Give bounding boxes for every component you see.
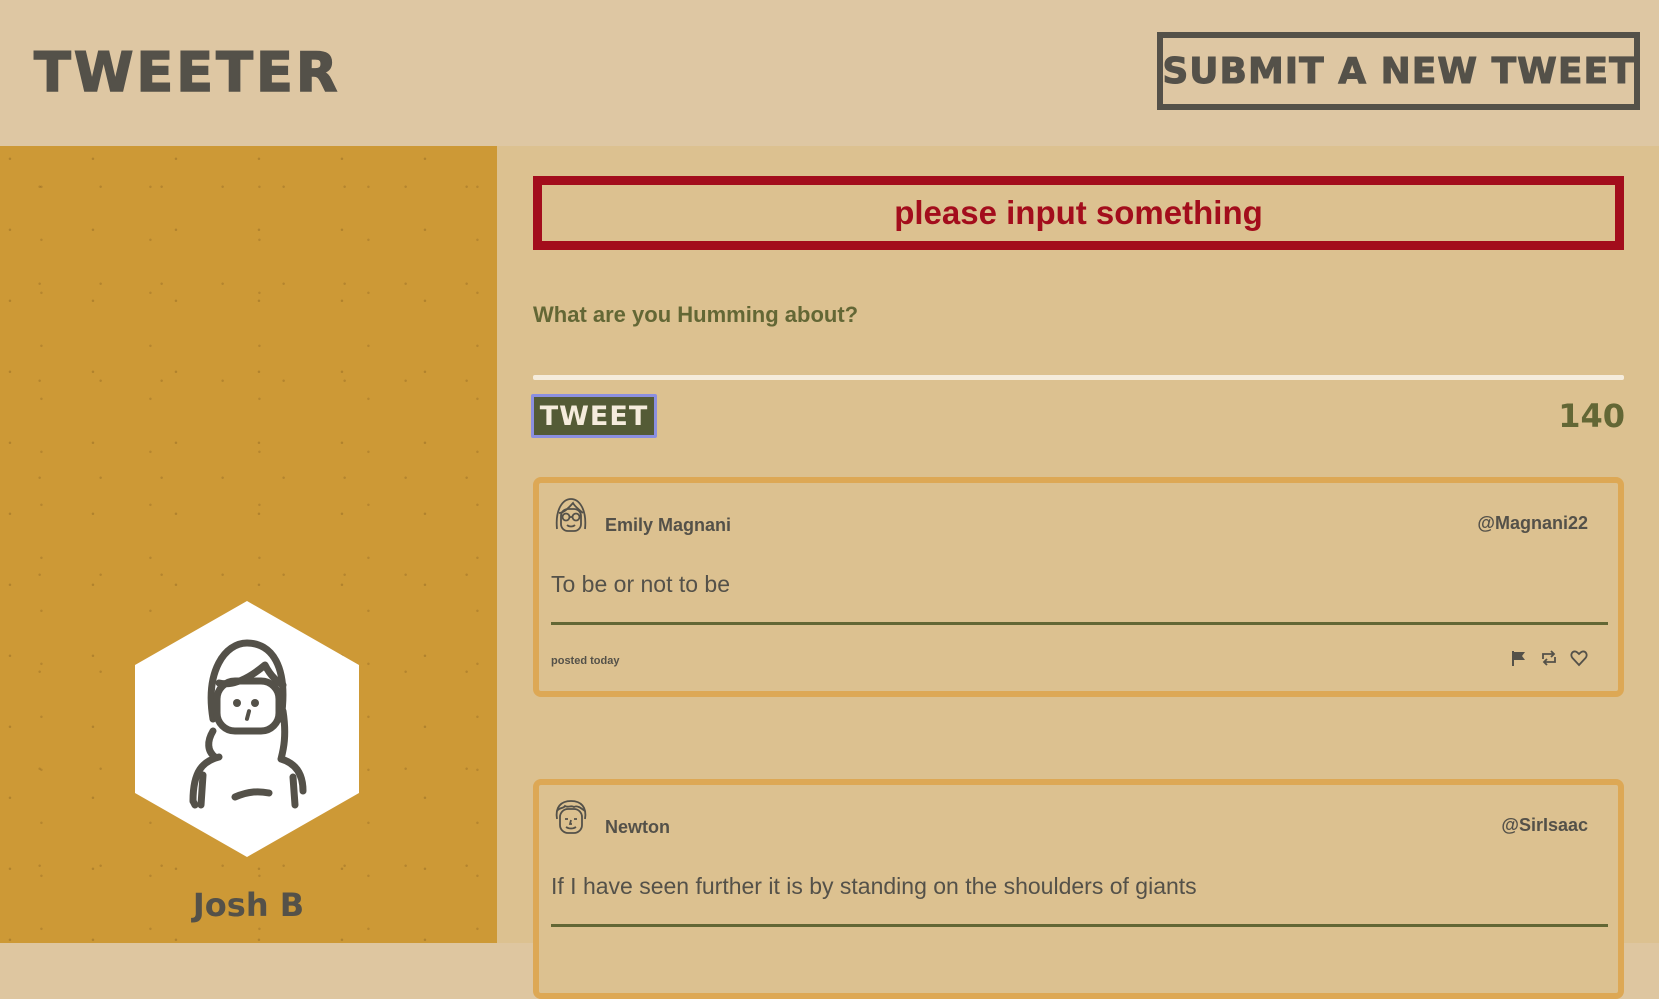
glasses-woman-avatar-icon — [555, 498, 587, 532]
profile-sidebar: Josh B — [0, 146, 497, 943]
retweet-icon[interactable] — [1540, 649, 1558, 667]
tweet-card: Emily Magnani @Magnani22 To be or not to… — [533, 477, 1624, 697]
heart-icon[interactable] — [1570, 649, 1588, 667]
tweet-button[interactable]: TWEET — [531, 394, 657, 438]
tweet-input-field[interactable] — [533, 375, 1624, 380]
top-nav: TWEETER SUBMIT A NEW TWEET — [0, 0, 1659, 146]
tweet-divider — [551, 622, 1608, 625]
tweet-body: If I have seen further it is by standing… — [551, 873, 1197, 899]
tweet-author-name: Emily Magnani — [605, 515, 732, 535]
tweet-prompt-label: What are you Humming about? — [533, 302, 859, 327]
newton-avatar-icon — [555, 800, 587, 834]
submit-new-tweet-button[interactable]: SUBMIT A NEW TWEET — [1157, 32, 1640, 110]
user-name: Josh B — [192, 886, 305, 924]
error-banner: please input something — [533, 176, 1624, 250]
main-feed: please input something What are you Humm… — [497, 146, 1659, 999]
tweet-author-handle: @Magnani22 — [1477, 513, 1588, 533]
tweet-body: To be or not to be — [551, 571, 731, 597]
tweet-divider — [551, 924, 1608, 927]
brand-logo: TWEETER — [33, 40, 341, 105]
tweet-author-handle: @SirIsaac — [1501, 815, 1588, 835]
tweet-author-name: Newton — [605, 817, 670, 837]
tweet-card: Newton @SirIsaac If I have seen further … — [533, 779, 1624, 999]
tweet-actions — [1510, 649, 1588, 667]
user-avatar-icon — [135, 601, 359, 857]
tweet-timestamp: posted today — [551, 655, 620, 667]
error-message: please input something — [894, 194, 1263, 231]
flag-icon[interactable] — [1510, 649, 1528, 667]
char-counter: 140 — [1558, 397, 1625, 435]
